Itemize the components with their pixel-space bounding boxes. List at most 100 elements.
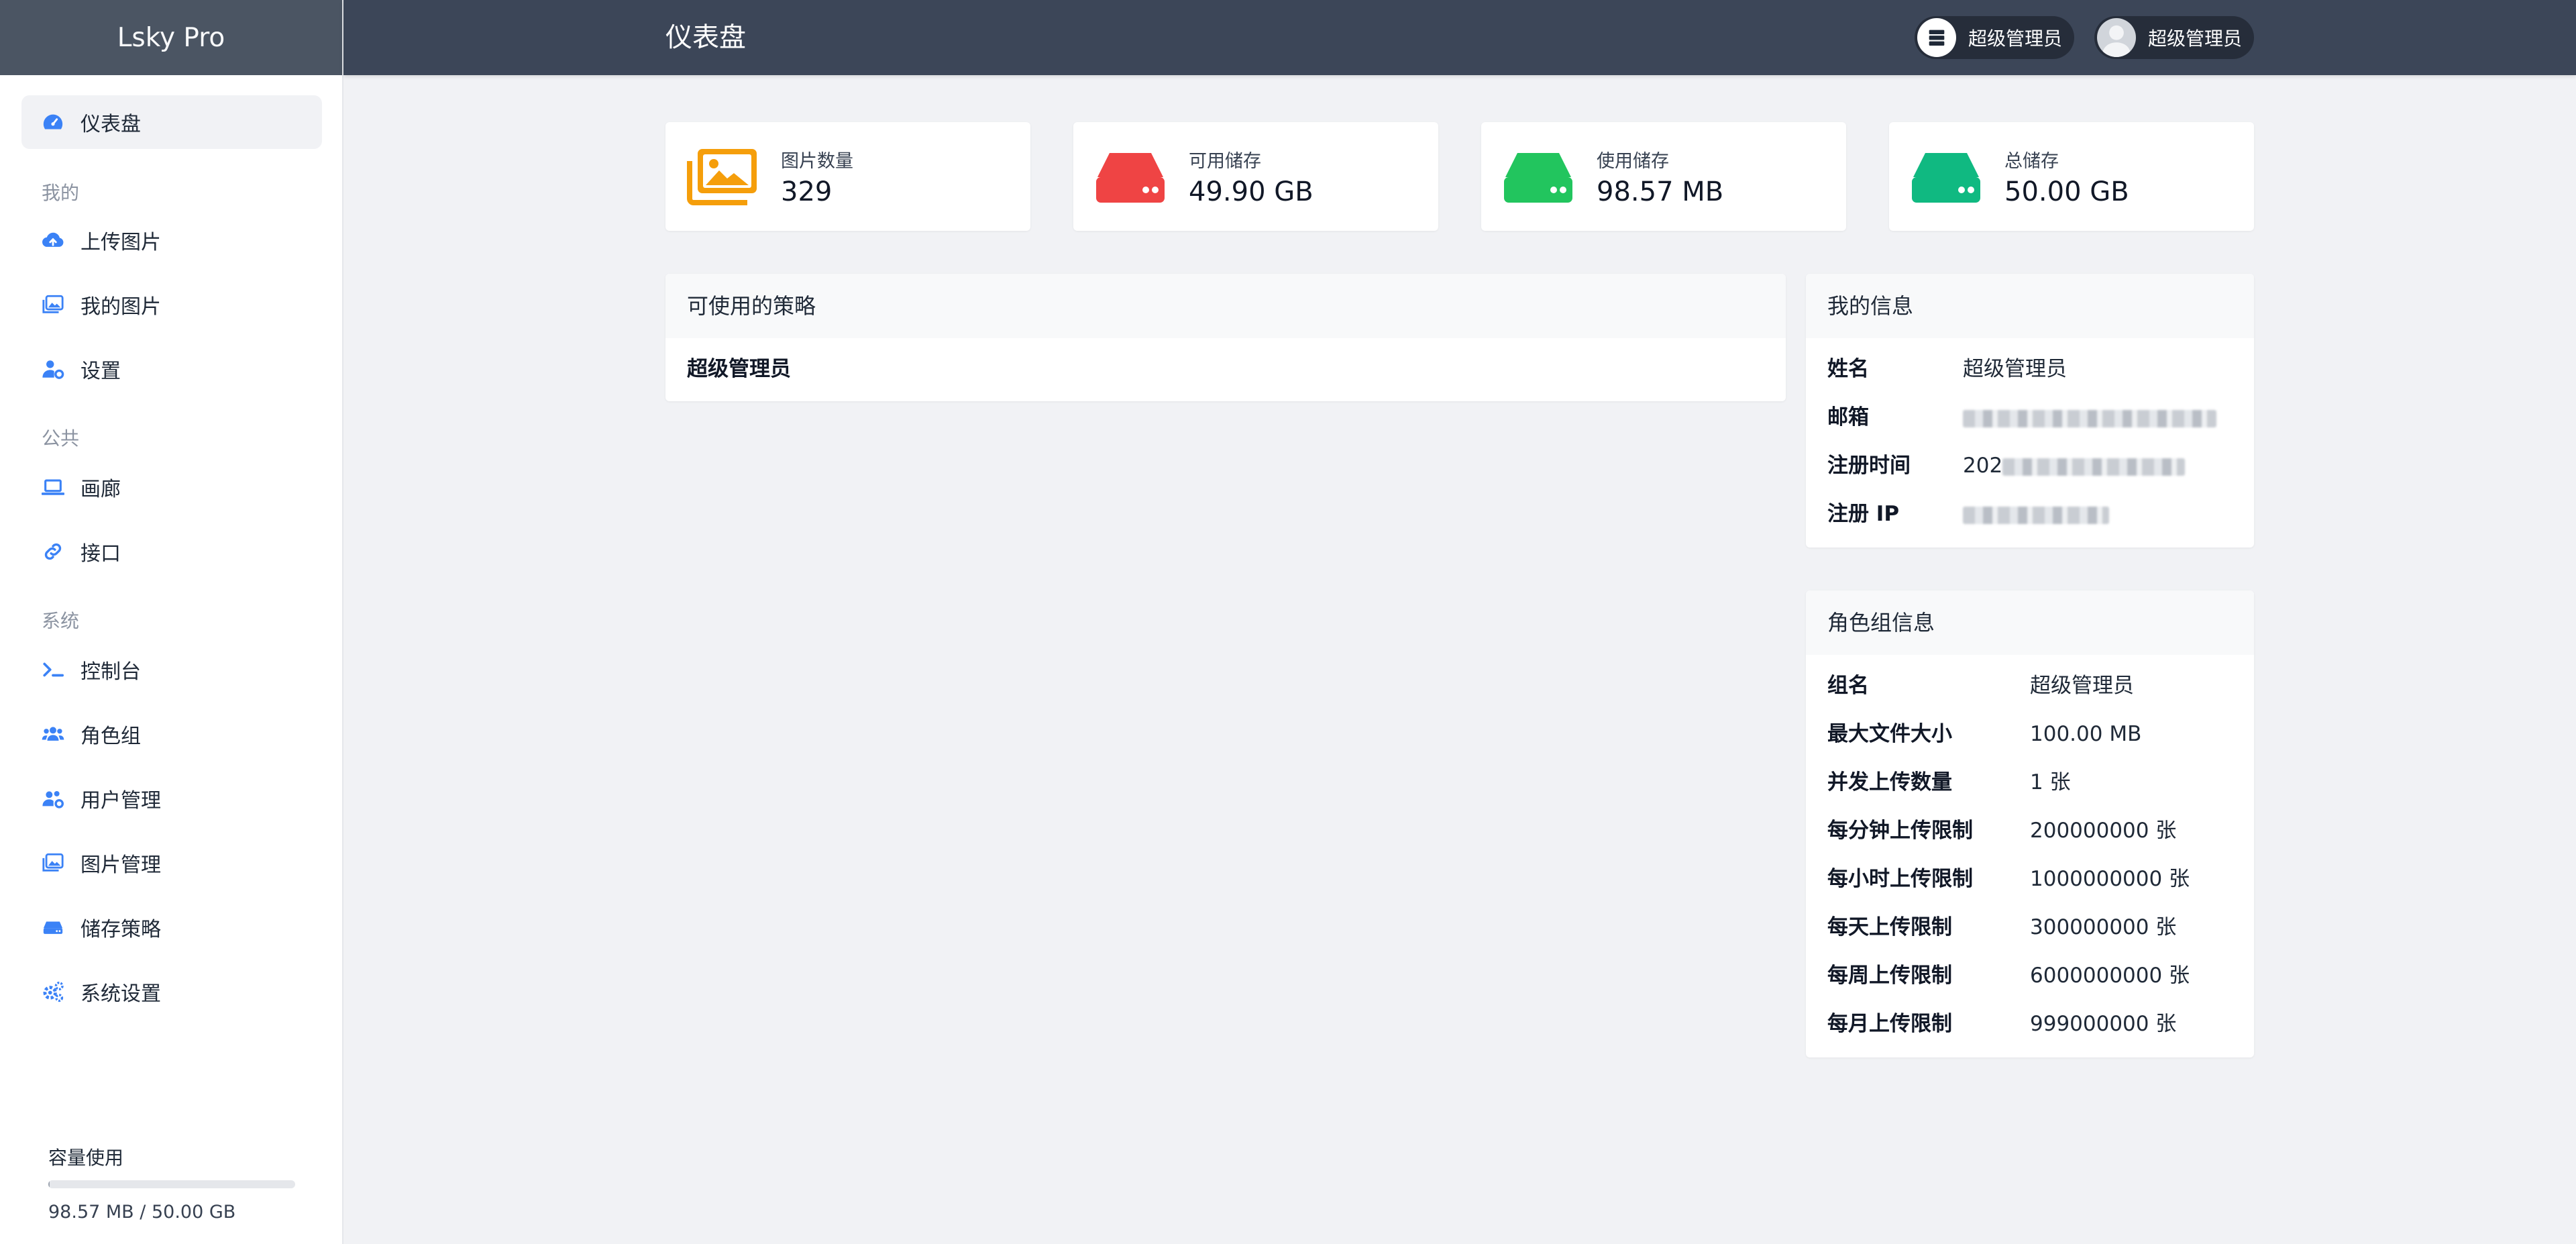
role-value: 6000000000 张 xyxy=(2030,964,2190,988)
sidebar-item-label: 角色组 xyxy=(80,725,141,748)
usage-title: 容量使用 xyxy=(48,1147,124,1169)
images-icon xyxy=(42,293,64,316)
info-value: 202 xyxy=(1963,442,2186,490)
stat-value: 49.90 GB xyxy=(1189,176,1313,207)
role-row: 组名 超级管理员 xyxy=(1827,662,2134,710)
panel-title: 我的信息 xyxy=(1806,274,2254,338)
server-icon xyxy=(1917,18,1956,57)
hdd-icon xyxy=(42,916,64,939)
role-row: 每周上传限制 6000000000 张 xyxy=(1827,951,2190,1000)
role-label: 每天上传限制 xyxy=(1827,915,1952,939)
laptop-icon xyxy=(42,476,64,499)
avatar xyxy=(2097,18,2136,57)
cogs-icon xyxy=(42,980,64,1003)
sidebar-item-roles[interactable]: 角色组 xyxy=(21,707,322,761)
role-value: 超级管理员 xyxy=(2030,674,2134,698)
images-icon xyxy=(42,851,64,874)
info-row-reg-time: 注册时间 202 xyxy=(1827,442,2186,490)
user-menu-label: 超级管理员 xyxy=(2148,28,2243,50)
role-label: 每月上传限制 xyxy=(1827,1012,1952,1036)
sidebar: Lsky Pro 仪表盘 我的 上传图片 我的图片 设置 公共 画廊 接口 系统… xyxy=(0,0,343,1244)
nav-section-system: 系统 xyxy=(42,610,80,632)
user-menu-button[interactable]: 超级管理员 xyxy=(2094,16,2255,59)
role-label: 最大文件大小 xyxy=(1827,722,1952,746)
usage-progress-bar xyxy=(48,1180,295,1188)
my-info-panel: 我的信息 姓名 超级管理员 邮箱 注册时间 202 注册 IP xyxy=(1806,274,2254,548)
role-value: 1000000000 张 xyxy=(2030,867,2190,891)
stat-card-total-storage: 总储存 50.00 GB xyxy=(1889,122,2254,231)
sidebar-item-settings[interactable]: 设置 xyxy=(21,342,322,396)
sidebar-item-label: 上传图片 xyxy=(80,231,161,254)
cloud-upload-icon xyxy=(42,229,64,252)
role-label: 每周上传限制 xyxy=(1827,964,1952,988)
info-label: 注册时间 xyxy=(1827,454,1911,478)
sidebar-item-dashboard[interactable]: 仪表盘 xyxy=(21,95,322,149)
strategy-name: 超级管理员 xyxy=(687,357,791,381)
terminal-icon xyxy=(42,658,64,681)
sidebar-item-label: 接口 xyxy=(80,542,121,566)
users-icon xyxy=(42,723,64,745)
info-label: 注册 IP xyxy=(1827,502,1900,526)
info-row-reg-ip: 注册 IP xyxy=(1827,490,2109,538)
sidebar-item-upload[interactable]: 上传图片 xyxy=(21,213,322,267)
page-title: 仪表盘 xyxy=(665,22,746,53)
stat-value: 329 xyxy=(781,176,833,207)
redacted-value xyxy=(1963,490,2109,538)
hdd-icon xyxy=(1096,153,1165,203)
sidebar-item-label: 设置 xyxy=(80,360,121,383)
role-menu-button[interactable]: 超级管理员 xyxy=(1915,16,2075,59)
strategies-panel: 可使用的策略 超级管理员 xyxy=(665,274,1786,401)
sidebar-item-system-settings[interactable]: 系统设置 xyxy=(21,965,322,1019)
stat-label: 总储存 xyxy=(2004,150,2059,172)
role-label: 并发上传数量 xyxy=(1827,770,1952,794)
sidebar-item-users[interactable]: 用户管理 xyxy=(21,772,322,825)
sidebar-item-label: 控制台 xyxy=(80,660,141,684)
images-icon xyxy=(687,149,757,205)
role-label: 组名 xyxy=(1827,674,1869,698)
sidebar-item-gallery[interactable]: 画廊 xyxy=(21,460,322,514)
hdd-icon xyxy=(1504,153,1572,203)
stat-label: 图片数量 xyxy=(781,150,853,172)
reg-time-prefix: 202 xyxy=(1963,454,2003,478)
role-value: 300000000 张 xyxy=(2030,915,2177,939)
usage-progress-fill xyxy=(48,1180,50,1188)
sidebar-item-images[interactable]: 图片管理 xyxy=(21,836,322,890)
info-row-email: 邮箱 xyxy=(1827,393,2216,442)
role-menu-label: 超级管理员 xyxy=(1968,28,2063,50)
role-row: 每月上传限制 999000000 张 xyxy=(1827,1000,2176,1048)
sidebar-item-label: 仪表盘 xyxy=(80,113,141,136)
stat-label: 使用储存 xyxy=(1597,150,1669,172)
stat-label: 可用储存 xyxy=(1189,150,1261,172)
nav-section-mine: 我的 xyxy=(42,182,80,204)
role-value: 1 张 xyxy=(2030,770,2071,794)
stat-card-available-storage: 可用储存 49.90 GB xyxy=(1073,122,1438,231)
info-label: 邮箱 xyxy=(1827,405,1869,429)
role-value: 200000000 张 xyxy=(2030,819,2177,843)
panel-title: 角色组信息 xyxy=(1806,590,2254,655)
users-cog-icon xyxy=(42,787,64,810)
sidebar-item-strategies[interactable]: 储存策略 xyxy=(21,900,322,954)
info-value: 超级管理员 xyxy=(1963,357,2067,381)
sidebar-item-label: 图片管理 xyxy=(80,853,161,877)
role-row: 并发上传数量 1 张 xyxy=(1827,758,2071,807)
sidebar-item-label: 系统设置 xyxy=(80,982,161,1006)
stat-value: 98.57 MB xyxy=(1597,176,1724,207)
role-value: 999000000 张 xyxy=(2030,1012,2177,1036)
info-label: 姓名 xyxy=(1827,357,1869,381)
sidebar-item-label: 画廊 xyxy=(80,478,121,501)
sidebar-item-my-images[interactable]: 我的图片 xyxy=(21,278,322,331)
sidebar-item-label: 储存策略 xyxy=(80,918,161,941)
role-row: 每分钟上传限制 200000000 张 xyxy=(1827,807,2176,855)
role-row: 最大文件大小 100.00 MB xyxy=(1827,710,2141,758)
usage-text: 98.57 MB / 50.00 GB xyxy=(48,1202,236,1223)
user-cog-icon xyxy=(42,358,64,380)
sidebar-item-console[interactable]: 控制台 xyxy=(21,643,322,696)
top-header: 仪表盘 超级管理员 超级管理员 xyxy=(343,0,2576,75)
role-label: 每小时上传限制 xyxy=(1827,867,1973,891)
redacted-value xyxy=(1963,393,2216,442)
brand-logo[interactable]: Lsky Pro xyxy=(0,0,342,75)
stat-card-image-count: 图片数量 329 xyxy=(665,122,1030,231)
role-value: 100.00 MB xyxy=(2030,722,2142,746)
sidebar-item-api[interactable]: 接口 xyxy=(21,525,322,578)
stat-card-used-storage: 使用储存 98.57 MB xyxy=(1481,122,1846,231)
